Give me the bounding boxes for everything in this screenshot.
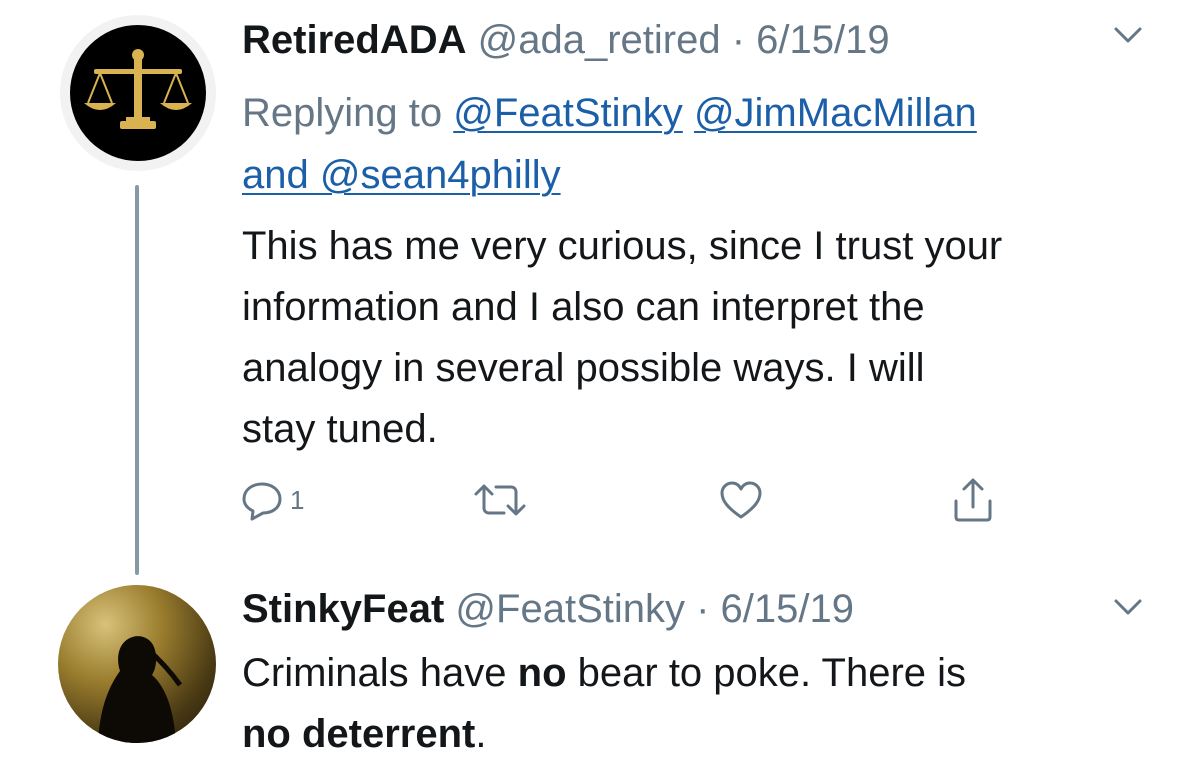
like-button[interactable] [718,478,764,522]
reply-count: 1 [290,484,305,515]
replying-to-line: Replying to @FeatStinky @JimMacMillan an… [242,82,1142,206]
thread-connector-line [135,185,139,575]
chevron-down-icon[interactable] [1108,592,1148,622]
retweet-icon [474,484,526,516]
display-name[interactable]: StinkyFeat [242,587,444,631]
reply-bubble-icon [242,482,282,521]
tweet-date[interactable]: 6/15/19 [756,18,889,62]
tweet-text-line: information and I also can interpret the [242,285,925,329]
tweet-header: RetiredADA @ada_retired · 6/15/19 [242,20,890,60]
bold-text-run: no [517,651,567,695]
hooded-figure-image [98,636,183,743]
replying-to-label: Replying to [242,91,454,135]
handle[interactable]: @FeatStinky [455,587,685,631]
avatar-retiredada[interactable] [60,15,216,171]
bold-text-run: no deterrent [242,712,476,756]
tweet-text-line: Criminals have no bear to poke. There is [242,643,1162,704]
share-button[interactable] [950,478,996,522]
share-icon [954,478,992,522]
chevron-down-icon[interactable] [1108,20,1148,50]
tweet-text-line: analogy in several possible ways. I will [242,346,925,390]
reply-button[interactable]: 1 [240,478,304,522]
mention-sean4philly[interactable]: and @sean4philly [242,153,561,197]
heart-icon [720,481,762,519]
avatar-stinkyfeat[interactable] [58,585,216,743]
separator-dot: · [685,587,721,631]
text-run: . [475,712,487,756]
tweet-header: StinkyFeat @FeatStinky · 6/15/19 [242,589,854,629]
text-run: bear to poke. There is [566,651,967,695]
scales-of-justice-icon [84,49,192,129]
retweet-button[interactable] [472,478,528,522]
tweet-text: This has me very curious, since I trust … [242,216,1162,460]
tweet-text-line: This has me very curious, since I trust … [242,224,1003,268]
tweet-text-line: no deterrent. [242,704,1162,765]
mention-jimmacmillan[interactable]: @JimMacMillan [694,91,977,135]
separator-dot: · [720,18,757,62]
text-run: Criminals have [242,651,518,695]
tweet-text: Criminals have no bear to poke. There is… [242,643,1162,765]
handle[interactable]: @ada_retired [478,18,721,62]
mention-featstinky[interactable]: @FeatStinky [453,91,683,135]
display-name[interactable]: RetiredADA [242,18,466,62]
tweet-text-line: stay tuned. [242,407,438,451]
tweet-date[interactable]: 6/15/19 [721,587,854,631]
